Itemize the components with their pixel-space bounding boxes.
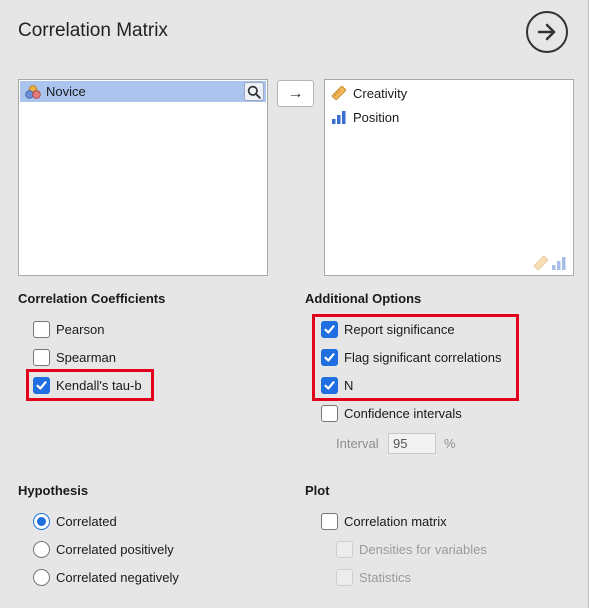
- search-button[interactable]: [244, 82, 264, 101]
- highlight-box-additional: [312, 314, 519, 401]
- correlated-positively-radio[interactable]: [33, 540, 50, 558]
- variable-item-novice[interactable]: Novice: [20, 81, 266, 102]
- variable-label: Position: [353, 109, 400, 125]
- correlated-positively-label: Correlated positively: [56, 541, 174, 557]
- arrow-right-icon: [537, 23, 556, 41]
- move-variable-button[interactable]: →: [277, 80, 314, 107]
- variable-label: Creativity: [353, 85, 408, 101]
- interval-label: Interval: [336, 436, 379, 451]
- spearman-checkbox[interactable]: [33, 348, 50, 366]
- panel-title: Correlation Matrix: [18, 20, 168, 41]
- densities-option: Densities for variables: [336, 539, 487, 559]
- confidence-intervals-checkbox[interactable]: [321, 404, 338, 422]
- selected-variables-list[interactable]: Creativity Position: [324, 79, 574, 276]
- correlated-radio[interactable]: [33, 512, 50, 530]
- statistics-checkbox: [336, 568, 353, 586]
- run-arrow-button[interactable]: [526, 11, 568, 53]
- correlated-label: Correlated: [56, 513, 117, 529]
- correlation-matrix-plot-label: Correlation matrix: [344, 513, 447, 529]
- correlated-negatively-label: Correlated negatively: [56, 569, 179, 585]
- hypothesis-heading: Hypothesis: [18, 483, 89, 498]
- correlated-positively-option[interactable]: Correlated positively: [33, 539, 174, 559]
- variable-label: Novice: [46, 84, 86, 99]
- ordinal-variable-icon: [331, 85, 347, 101]
- interval-unit: %: [444, 436, 456, 451]
- variable-item-position[interactable]: Position: [331, 107, 399, 127]
- correlation-matrix-panel: Correlation Matrix Novice → Creativity P…: [0, 0, 589, 608]
- correlated-option[interactable]: Correlated: [33, 511, 117, 531]
- spearman-label: Spearman: [56, 349, 116, 365]
- correlated-negatively-radio[interactable]: [33, 568, 50, 586]
- correlation-matrix-plot-checkbox[interactable]: [321, 512, 338, 530]
- pearson-checkbox[interactable]: [33, 320, 50, 338]
- pearson-option[interactable]: Pearson: [33, 319, 104, 339]
- statistics-option: Statistics: [336, 567, 411, 587]
- search-icon: [247, 85, 261, 99]
- nominal-variable-icon: [25, 84, 41, 99]
- confidence-intervals-label: Confidence intervals: [344, 405, 462, 421]
- scale-variable-icon: [332, 111, 346, 124]
- scale-variable-icon: [552, 257, 566, 270]
- correlated-negatively-option[interactable]: Correlated negatively: [33, 567, 179, 587]
- confidence-intervals-option[interactable]: Confidence intervals: [321, 403, 462, 423]
- ordinal-variable-icon: [533, 255, 549, 271]
- highlight-box-coefficients: [26, 369, 154, 401]
- statistics-label: Statistics: [359, 569, 412, 585]
- pearson-label: Pearson: [56, 321, 105, 337]
- plot-heading: Plot: [305, 483, 330, 498]
- allowed-types-indicator: [533, 255, 567, 271]
- correlation-matrix-plot-option[interactable]: Correlation matrix: [321, 511, 447, 531]
- available-variables-list[interactable]: Novice: [18, 79, 268, 276]
- interval-input[interactable]: 95: [388, 433, 436, 454]
- densities-label: Densities for variables: [359, 541, 487, 557]
- variable-item-creativity[interactable]: Creativity: [331, 83, 407, 103]
- additional-options-heading: Additional Options: [305, 291, 422, 306]
- densities-checkbox: [336, 540, 353, 558]
- correlation-coefficients-heading: Correlation Coefficients: [18, 291, 166, 306]
- spearman-option[interactable]: Spearman: [33, 347, 116, 367]
